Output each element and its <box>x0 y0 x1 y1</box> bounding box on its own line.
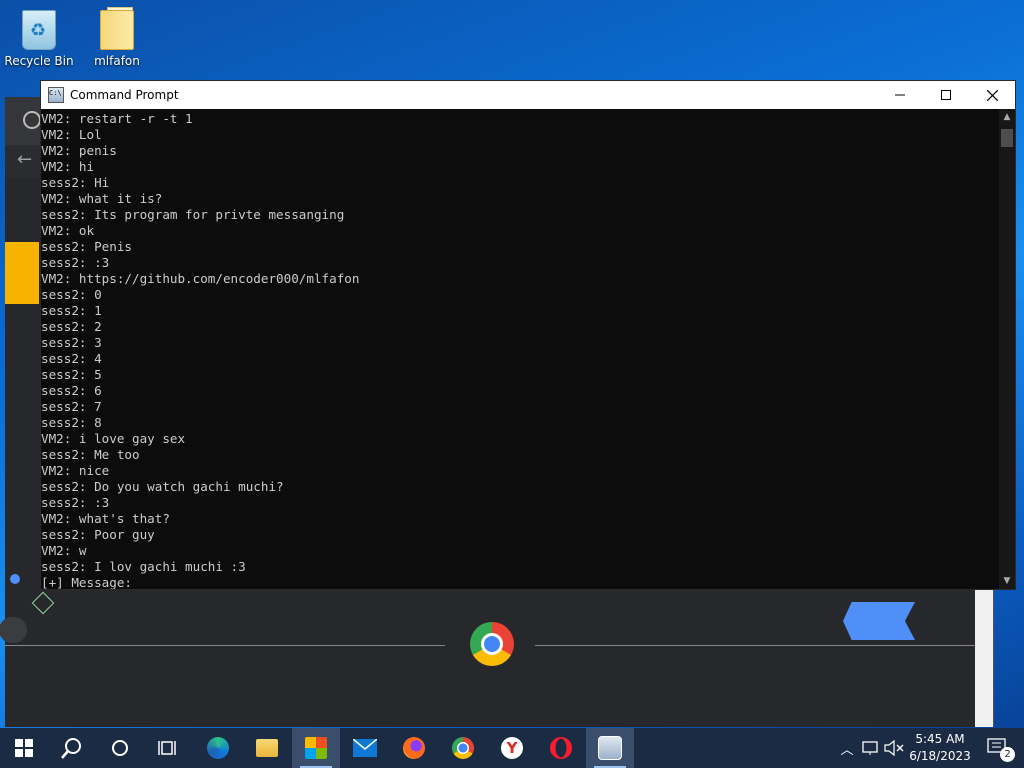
file-explorer-button[interactable] <box>243 728 291 768</box>
divider <box>5 645 445 646</box>
edge-icon <box>207 737 229 759</box>
scrollbar-thumb[interactable] <box>1001 129 1013 147</box>
command-prompt-window[interactable]: Command Prompt VM2: restart -r -t 1VM2: … <box>40 80 1016 590</box>
notification-count-badge: 2 <box>1000 747 1015 762</box>
back-arrow-icon[interactable]: ← <box>17 149 32 170</box>
console-line: sess2: Do you watch gachi muchi? <box>41 479 284 494</box>
console-line: VM2: i love gay sex <box>41 431 186 446</box>
clock-time: 5:45 AM <box>915 732 965 746</box>
console-line: sess2: :3 <box>41 495 110 510</box>
console-line: sess2: 7 <box>41 399 102 414</box>
console-line: sess2: :3 <box>41 255 110 270</box>
console-scrollbar[interactable]: ▲ ▼ <box>999 109 1015 589</box>
chrome-icon <box>452 737 474 759</box>
console-line: VM2: ok <box>41 223 95 238</box>
search-button[interactable] <box>48 728 96 768</box>
task-view-icon <box>158 741 176 755</box>
scroll-down-arrow-icon[interactable]: ▼ <box>999 573 1015 589</box>
desktop-icon-mlfafon[interactable]: mlfafon <box>81 7 153 68</box>
cortana-button[interactable] <box>96 728 144 768</box>
console-line: [+] Message: <box>41 575 132 589</box>
close-button[interactable] <box>969 81 1015 109</box>
volume-muted-icon <box>884 740 904 756</box>
yellow-banner <box>5 242 39 304</box>
chrome-logo-icon <box>470 622 514 666</box>
status-dot-icon <box>10 574 20 584</box>
store-icon <box>305 737 327 759</box>
windows-logo-icon <box>15 739 33 757</box>
show-hidden-icons-button[interactable]: ︿ <box>836 728 858 768</box>
store-button[interactable] <box>292 728 340 768</box>
console-line: VM2: https://github.com/encoder000/mlfaf… <box>41 271 360 286</box>
chevron-up-icon: ︿ <box>840 742 854 758</box>
close-icon <box>986 89 998 101</box>
browser-tab-icon[interactable] <box>23 111 41 129</box>
console-line: sess2: I lov gachi muchi :3 <box>41 559 246 574</box>
command-prompt-icon <box>48 87 64 103</box>
maximize-icon <box>941 90 951 100</box>
opera-button[interactable] <box>537 728 585 768</box>
clock-date: 6/18/2023 <box>909 749 971 763</box>
console-line: VM2: hi <box>41 159 95 174</box>
console-line: sess2: 6 <box>41 383 102 398</box>
maximize-button[interactable] <box>923 81 969 109</box>
folder-icon <box>256 739 278 757</box>
command-prompt-taskbar-button[interactable] <box>586 728 634 768</box>
window-title: Command Prompt <box>70 88 179 102</box>
console-line: sess2: Poor guy <box>41 527 155 542</box>
mail-icon <box>353 739 377 757</box>
minimize-icon <box>895 94 905 96</box>
round-button[interactable] <box>0 617 27 643</box>
task-view-button[interactable] <box>144 728 192 768</box>
recycle-bin-icon <box>22 10 56 50</box>
folder-icon <box>100 7 134 50</box>
edge-button[interactable] <box>194 728 242 768</box>
console-line: sess2: 1 <box>41 303 102 318</box>
console-line: VM2: w <box>41 543 87 558</box>
search-icon <box>61 738 81 759</box>
scroll-up-arrow-icon[interactable]: ▲ <box>999 109 1015 125</box>
taskbar: Y ︿ 5:45 AM 6/18/2023 2 <box>0 728 1024 768</box>
console-line: VM2: Lol <box>41 127 102 142</box>
console-line: sess2: 5 <box>41 367 102 382</box>
console-line: VM2: what's that? <box>41 511 170 526</box>
console-line: sess2: Its program for privte messanging <box>41 207 345 222</box>
desktop-icon-recycle-bin[interactable]: Recycle Bin <box>3 10 75 68</box>
mail-button[interactable] <box>341 728 389 768</box>
console-line: sess2: 4 <box>41 351 102 366</box>
command-prompt-icon <box>598 736 622 760</box>
circle-icon <box>112 740 128 756</box>
opera-icon <box>550 737 572 759</box>
console-line: VM2: restart -r -t 1 <box>41 111 193 126</box>
console-line: sess2: Me too <box>41 447 140 462</box>
console-output[interactable]: VM2: restart -r -t 1 VM2: Lol VM2: penis VM… <box>41 109 999 589</box>
console-line: VM2: what it is? <box>41 191 163 206</box>
firefox-button[interactable] <box>390 728 438 768</box>
console-line: sess2: 8 <box>41 415 102 430</box>
minimize-button[interactable] <box>877 81 923 109</box>
volume-button[interactable] <box>883 728 905 768</box>
notification-center-button[interactable]: 2 <box>978 728 1018 768</box>
taskbar-clock[interactable]: 5:45 AM 6/18/2023 <box>905 731 975 765</box>
yandex-button[interactable]: Y <box>488 728 536 768</box>
start-button[interactable] <box>0 728 48 768</box>
divider <box>535 645 975 646</box>
window-titlebar[interactable]: Command Prompt <box>41 81 1015 109</box>
firefox-icon <box>403 737 425 759</box>
console-line: sess2: Hi <box>41 175 110 190</box>
console-line: VM2: penis <box>41 143 117 158</box>
tag-shape-icon <box>843 602 915 640</box>
diamond-icon <box>31 591 55 615</box>
network-button[interactable] <box>860 728 882 768</box>
console-line: VM2: nice <box>41 463 110 478</box>
yandex-icon: Y <box>501 737 523 759</box>
desktop-icon-label: Recycle Bin <box>4 54 74 68</box>
console-line: sess2: 2 <box>41 319 102 334</box>
console-line: sess2: 0 <box>41 287 102 302</box>
network-icon <box>862 741 878 755</box>
desktop-icon-label: mlfafon <box>94 54 140 68</box>
console-line: sess2: Penis <box>41 239 132 254</box>
console-line: sess2: 3 <box>41 335 102 350</box>
chrome-button[interactable] <box>439 728 487 768</box>
